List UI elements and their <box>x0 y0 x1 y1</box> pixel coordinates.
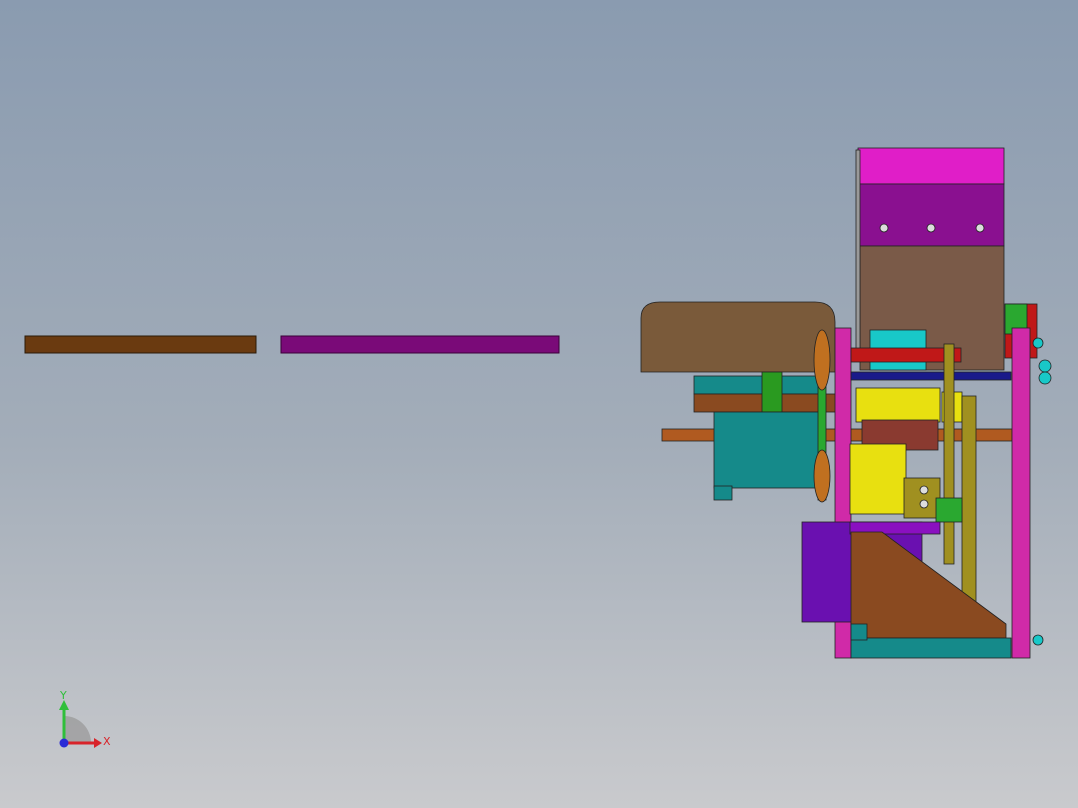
coordinate-triad: Y X <box>59 689 111 748</box>
conveyor-olive-post <box>761 371 783 413</box>
hopper-top <box>857 147 1005 185</box>
frame-bolt-a <box>1032 337 1044 349</box>
pulley-top <box>813 329 831 391</box>
base-teal <box>850 637 1012 659</box>
wood-cover <box>640 301 836 373</box>
hopper-bolt-1 <box>879 223 889 233</box>
olive-rail-right <box>961 395 977 607</box>
triad-y-label: Y <box>59 689 67 702</box>
hopper-bolt-2 <box>926 223 936 233</box>
purple-bar-part[interactable] <box>280 335 560 354</box>
gusset-brown <box>850 531 1007 639</box>
bracket-bolt-1 <box>919 485 929 495</box>
triad-arc <box>64 716 91 743</box>
base-left-foot <box>850 623 868 641</box>
cad-viewport[interactable]: Y X <box>0 0 1078 808</box>
frame-post-right <box>1011 327 1031 659</box>
brown-bar-part[interactable] <box>24 335 257 354</box>
frame-bolt-c <box>1038 371 1052 385</box>
machine-assembly[interactable] <box>640 147 1052 659</box>
yellow-motor <box>849 443 907 515</box>
motor-base <box>713 485 733 501</box>
hopper-side-rail <box>855 149 861 351</box>
triad-x-label: X <box>103 735 111 748</box>
pulley-bottom <box>813 449 831 503</box>
blue-rail <box>850 371 1012 381</box>
olive-rail-left <box>943 343 955 565</box>
triad-origin <box>59 738 69 748</box>
hopper-body <box>857 183 1005 247</box>
triad-x-arrow <box>94 738 102 748</box>
yellow-roller <box>855 387 941 423</box>
frame-bolt-b <box>1038 359 1052 373</box>
bracket-bolt-2 <box>919 499 929 509</box>
olive-bracket <box>903 477 941 519</box>
cad-scene: Y X <box>24 147 1052 748</box>
conveyor-teal-strip <box>693 375 825 395</box>
motor-body <box>713 411 823 489</box>
green-small-block <box>935 497 963 523</box>
frame-bolt-d <box>1032 634 1044 646</box>
hopper-bolt-3 <box>975 223 985 233</box>
